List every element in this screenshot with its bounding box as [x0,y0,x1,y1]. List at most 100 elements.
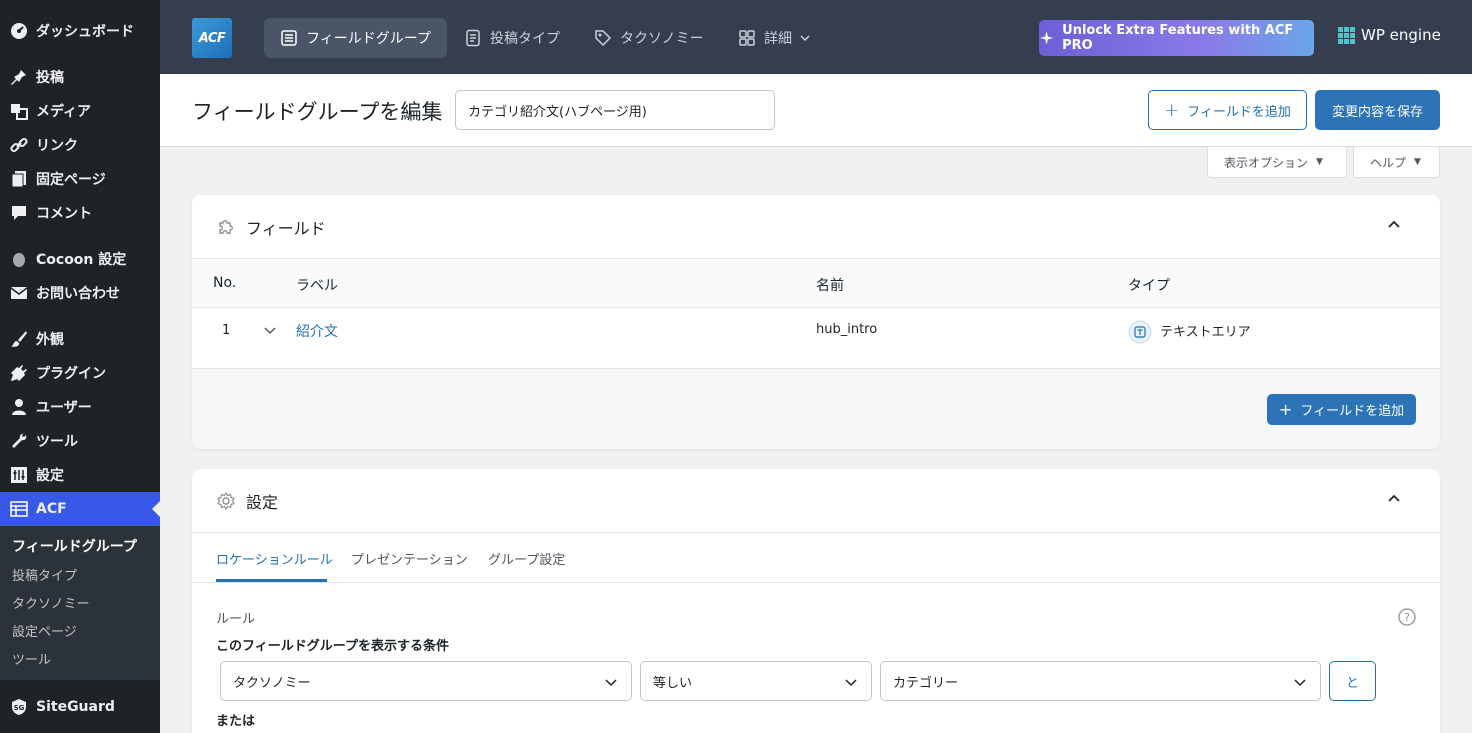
rule-operator-select[interactable]: 等しい [640,661,872,701]
col-no: No. [213,275,237,291]
tab-group-settings[interactable]: グループ設定 [488,549,565,568]
wpengine-text: WP engine [1361,26,1441,44]
add-field-label: フィールドを追加 [1300,404,1405,419]
grid-icon [739,30,755,46]
chevron-up-icon[interactable] [1386,217,1402,233]
settings-tabs: ロケーションルール プレゼンテーション グループ設定 [192,533,1440,583]
tab-location-rules[interactable]: ロケーションルール [216,549,333,568]
help-button[interactable]: ヘルプ ▼ [1353,147,1440,178]
settings-icon [10,466,28,484]
unlock-pro-button[interactable]: Unlock Extra Features with ACF PRO [1039,20,1314,56]
group-title-input[interactable]: カテゴリ紹介文(ハブページ用) [455,90,775,130]
sidebar-item-acf[interactable]: ACF [0,492,160,526]
page-icon [10,170,28,188]
rule-param-select[interactable]: タクソノミー [220,661,632,701]
settings-panel-header[interactable]: 設定 [192,469,1440,533]
sidebar-item-label: Cocoon 設定 [36,252,127,268]
sidebar-item-label: ユーザー [36,400,92,416]
chevron-down-icon [845,679,857,687]
acf-submenu: フィールドグループ 投稿タイプ タクソノミー 設定ページ ツール [0,526,160,680]
wrench-icon [10,432,28,450]
condition-label: このフィールドグループを表示する条件 [216,639,449,654]
sidebar-item-appearance[interactable]: 外観 [0,322,160,356]
sparkle-icon [1039,31,1054,45]
active-tab-indicator [216,579,327,582]
caret-down-icon: ▼ [1316,157,1323,167]
col-name: 名前 [816,278,844,294]
sidebar-item-tools[interactable]: ツール [0,424,160,458]
tab-field-groups[interactable]: フィールドグループ [264,18,447,58]
sidebar-item-media[interactable]: メディア [0,94,160,128]
sidebar-item-contact[interactable]: お問い合わせ [0,276,160,310]
mail-icon [10,284,28,302]
tab-label: フィールドグループ [306,31,431,47]
svg-text:SG: SG [14,704,25,712]
sidebar-item-cocoon[interactable]: Cocoon 設定 [0,242,160,276]
page-title: フィールドグループを編集 [192,100,443,124]
sidebar-item-links[interactable]: リンク [0,128,160,162]
fields-table-header: No. ラベル 名前 タイプ [192,259,1440,308]
sidebar-item-label: コメント [36,206,92,222]
help-icon[interactable]: ? [1398,608,1416,626]
screen-options-button[interactable]: 表示オプション ▼ [1207,147,1347,178]
tab-more[interactable]: 詳細 [722,18,826,58]
sidebar-item-label: ダッシュボード [36,24,134,40]
chevron-up-icon[interactable] [1386,491,1402,507]
sidebar-item-comments[interactable]: コメント [0,196,160,230]
sidebar-item-dashboard[interactable]: ダッシュボード [0,14,160,48]
textarea-type-icon [1128,320,1152,344]
submenu-options-pages[interactable]: 設定ページ [0,616,160,644]
sidebar-item-label: 外観 [36,332,64,348]
caret-down-icon: ▼ [1414,157,1421,167]
screen-options-label: 表示オプション [1224,155,1309,170]
add-field-button[interactable]: + フィールドを追加 [1148,90,1307,130]
edit-header: フィールドグループを編集 カテゴリ紹介文(ハブページ用) + フィールドを追加 … [160,74,1472,147]
acf-top-nav: ACF フィールドグループ 投稿タイプ タクソノミー 詳細 Unlock Ext… [160,0,1472,74]
tab-post-types[interactable]: 投稿タイプ [448,18,576,58]
sidebar-item-settings[interactable]: 設定 [0,458,160,492]
row-number: 1 [222,323,231,338]
save-button[interactable]: 変更内容を保存 [1315,90,1440,130]
admin-sidebar: ダッシュボード 投稿 メディア リンク 固定ページ コメント Cocoon 設定… [0,0,160,733]
puzzle-icon [219,219,233,234]
sidebar-item-users[interactable]: ユーザー [0,390,160,424]
plus-icon: + [1164,99,1180,121]
wpengine-logo[interactable]: WP engine [1338,26,1441,44]
tag-icon [595,30,612,47]
fields-footer: + フィールドを追加 [192,369,1440,449]
tab-label: 詳細 [764,31,792,47]
submenu-taxonomies[interactable]: タクソノミー [0,588,160,616]
sidebar-item-label: 投稿 [36,70,64,86]
chevron-down-icon[interactable] [264,324,276,336]
acf-logo[interactable]: ACF [192,18,232,58]
col-type: タイプ [1128,278,1170,294]
wpengine-grid-icon [1338,26,1355,44]
rule-value-select[interactable]: カテゴリー [880,661,1321,701]
plus-icon: + [1278,400,1293,419]
panel-title: フィールド [246,218,326,238]
document-icon [466,29,480,47]
add-and-rule-button[interactable]: と [1329,661,1376,701]
sidebar-item-pages[interactable]: 固定ページ [0,162,160,196]
help-label: ヘルプ [1370,155,1407,170]
select-value: カテゴリー [893,675,959,691]
submenu-post-types[interactable]: 投稿タイプ [0,560,160,588]
brush-icon [10,330,28,348]
fields-panel-header[interactable]: フィールド [192,195,1440,259]
sidebar-item-posts[interactable]: 投稿 [0,60,160,94]
table-row[interactable]: 1 紹介文 hub_intro テキストエリア [192,308,1440,369]
submenu-tools[interactable]: ツール [0,644,160,672]
list-icon [281,30,297,46]
tab-label: 投稿タイプ [490,31,560,47]
sidebar-item-label: SiteGuard [36,699,115,715]
sidebar-item-siteguard[interactable]: SG SiteGuard [0,690,160,724]
rules-label: ルール [216,612,256,627]
add-field-button-bottom[interactable]: + フィールドを追加 [1267,394,1416,425]
sidebar-item-plugins[interactable]: プラグイン [0,356,160,390]
tab-presentation[interactable]: プレゼンテーション [351,549,468,568]
submenu-field-groups[interactable]: フィールドグループ [0,532,160,560]
tab-taxonomies[interactable]: タクソノミー [578,18,720,58]
field-label-link[interactable]: 紹介文 [296,321,338,341]
gear-icon [217,491,235,510]
fields-panel: フィールド No. ラベル 名前 タイプ 1 紹介文 hub_intro テキス… [192,195,1440,449]
